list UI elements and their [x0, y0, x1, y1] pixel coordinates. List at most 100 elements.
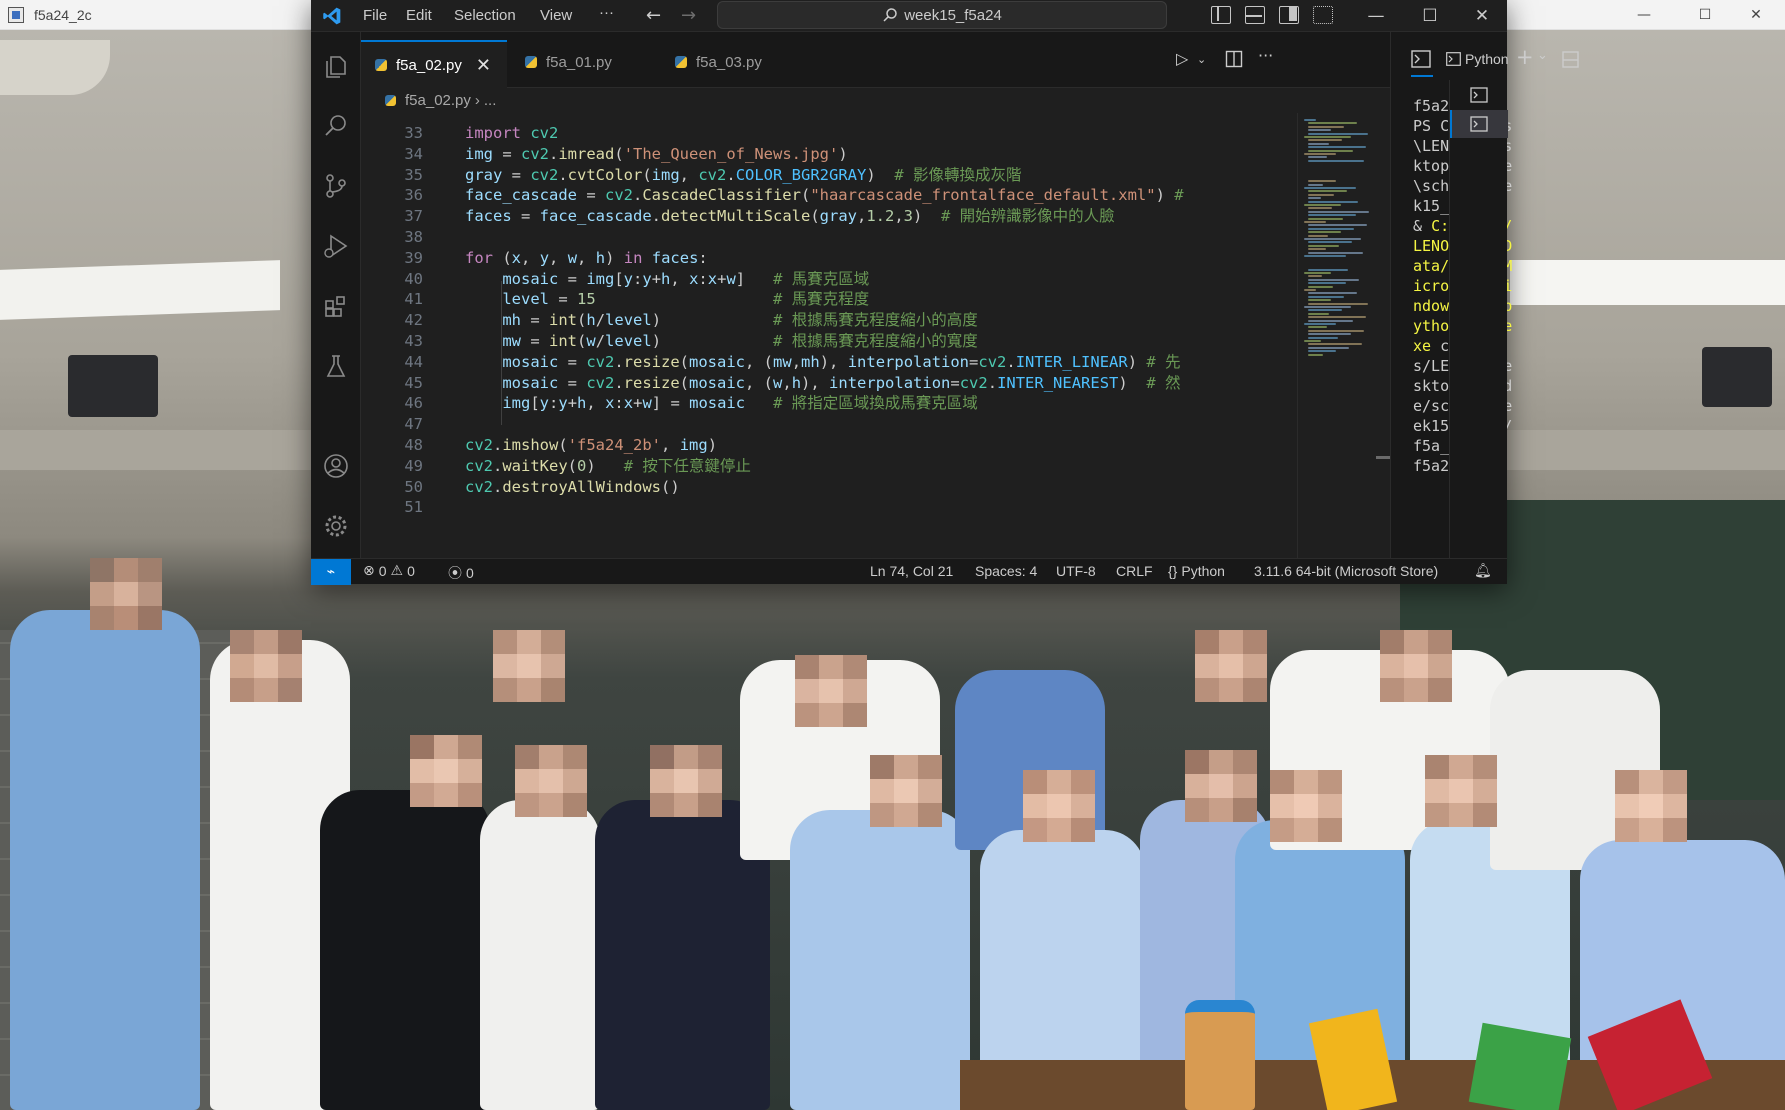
split-editor-icon[interactable] — [1225, 50, 1243, 68]
minimap-line — [1308, 292, 1357, 295]
vscode-close-button[interactable]: ✕ — [1455, 0, 1509, 32]
minimap-line — [1308, 316, 1366, 319]
tab-label: f5a_01.py — [546, 53, 612, 71]
tab-f5a-02[interactable]: f5a_02.py ✕ — [361, 40, 507, 88]
photo-close-button[interactable]: ✕ — [1727, 0, 1785, 30]
breadcrumb: f5a_02.py › ... — [385, 88, 496, 112]
menu-more[interactable]: ··· — [599, 4, 614, 21]
new-terminal-plus-icon[interactable]: + — [1516, 45, 1534, 69]
ports-indicator[interactable]: ⦿ 0 — [448, 563, 474, 583]
forward-arrow-icon[interactable]: → — [681, 5, 696, 26]
menu-view[interactable]: View — [540, 7, 572, 24]
terminal-dropdown-chevron-icon[interactable]: ⌄ — [1537, 48, 1548, 63]
indentation[interactable]: Spaces: 4 — [975, 563, 1037, 579]
back-arrow-icon[interactable]: ← — [646, 5, 661, 26]
minimap-line — [1308, 146, 1366, 149]
terminal-profile-icon — [1446, 52, 1461, 66]
toggle-secondary-sidebar-icon[interactable] — [1279, 6, 1299, 24]
run-options-chevron-icon[interactable]: ⌄ — [1197, 53, 1206, 66]
minimap[interactable] — [1297, 113, 1377, 558]
minimap-line — [1308, 285, 1333, 288]
explorer-icon[interactable] — [322, 52, 350, 80]
terminal-instance-active[interactable] — [1450, 110, 1508, 138]
minimap-line — [1308, 200, 1358, 203]
pixelated-face — [650, 745, 722, 817]
testing-flask-icon[interactable] — [322, 352, 350, 380]
minimap-line — [1308, 244, 1339, 247]
vscode-minimize-button[interactable]: — — [1349, 0, 1403, 32]
menu-file[interactable]: File — [363, 7, 387, 24]
ports-count: 0 — [466, 565, 474, 581]
vscode-maximize-button[interactable]: ☐ — [1403, 0, 1457, 32]
tab-f5a-01[interactable]: f5a_01.py — [511, 42, 661, 82]
tab-f5a-03[interactable]: f5a_03.py — [661, 42, 811, 82]
language-mode[interactable]: {} Python — [1168, 563, 1225, 579]
pixelated-face — [90, 558, 162, 630]
pixelated-face — [1270, 770, 1342, 842]
extensions-icon[interactable] — [322, 292, 350, 320]
braces-icon: {} — [1168, 563, 1178, 579]
breadcrumb-rest[interactable]: ... — [484, 92, 497, 109]
student — [320, 790, 490, 1110]
search-icon[interactable] — [322, 112, 350, 140]
source-control-icon[interactable] — [322, 172, 350, 200]
maximize-panel-icon[interactable] — [1562, 51, 1579, 68]
minimap-line — [1304, 119, 1316, 121]
menu-selection[interactable]: Selection — [454, 7, 516, 24]
editor-tabs: f5a_02.py ✕ f5a_01.py f5a_03.py ▷ ⌄ ··· — [361, 32, 1390, 88]
menu-edit[interactable]: Edit — [406, 7, 432, 24]
snack-jar — [1185, 1000, 1255, 1110]
run-python-file-icon[interactable]: ▷ — [1176, 49, 1188, 68]
terminal-instance-icon[interactable] — [1470, 87, 1488, 103]
chips-bag — [1468, 1022, 1572, 1110]
pixelated-face — [1380, 630, 1452, 702]
minimap-line — [1308, 350, 1336, 353]
cursor-position[interactable]: Ln 74, Col 21 — [870, 563, 953, 579]
minimap-line — [1308, 319, 1353, 322]
close-tab-icon[interactable]: ✕ — [476, 55, 491, 76]
minimap-line — [1304, 255, 1346, 257]
code-line[interactable]: 51 — [361, 495, 1261, 519]
line-ending[interactable]: CRLF — [1116, 563, 1153, 579]
toggle-primary-sidebar-icon[interactable] — [1211, 6, 1231, 24]
terminal-profile-label[interactable]: Python — [1465, 51, 1509, 67]
photo-maximize-button[interactable]: ☐ — [1676, 0, 1734, 30]
code-editor[interactable]: 33 import cv2 34 img = cv2.imread('The_Quee… — [361, 113, 1261, 558]
terminal-icon[interactable] — [1411, 50, 1431, 68]
minimap-line — [1308, 129, 1331, 132]
gear-icon[interactable] — [322, 512, 350, 540]
minimap-line — [1308, 343, 1362, 346]
minimap-line — [1308, 282, 1346, 285]
minimap-line — [1308, 210, 1369, 213]
photo-minimize-button[interactable]: — — [1615, 0, 1673, 30]
minimap-line — [1308, 190, 1347, 193]
minimap-line — [1308, 183, 1323, 186]
customize-layout-icon[interactable] — [1313, 6, 1333, 24]
minimap-line — [1308, 132, 1368, 135]
toggle-panel-icon[interactable] — [1245, 6, 1265, 24]
accounts-icon[interactable] — [322, 452, 350, 480]
breadcrumb-file[interactable]: f5a_02.py — [405, 92, 471, 109]
minimap-line — [1308, 241, 1352, 244]
minimap-line — [1308, 268, 1348, 271]
minimap-line — [1304, 153, 1336, 155]
scrollbar-thumb[interactable] — [1376, 456, 1390, 459]
minimap-line — [1308, 207, 1332, 210]
python-file-icon — [675, 56, 687, 68]
pixelated-face — [515, 745, 587, 817]
python-interpreter[interactable]: 3.11.6 64-bit (Microsoft Store) — [1254, 563, 1438, 579]
command-center-search[interactable]: week15_f5a24 — [717, 1, 1167, 29]
more-actions-icon[interactable]: ··· — [1258, 46, 1273, 65]
minimap-line — [1304, 306, 1351, 308]
pixelated-face — [795, 655, 867, 727]
notifications-bell-icon[interactable]: 🔔︎ — [1474, 563, 1492, 579]
encoding[interactable]: UTF-8 — [1056, 563, 1096, 579]
problems-indicator[interactable]: ⊗ 0 ⚠ 0 — [363, 563, 415, 579]
minimap-line — [1308, 142, 1329, 145]
remote-indicator-icon[interactable]: ⌁ — [311, 559, 351, 585]
minimap-line — [1304, 323, 1336, 325]
vscode-titlebar[interactable]: File Edit Selection View ··· ← → week15_… — [311, 0, 1507, 32]
image-window-icon — [8, 6, 24, 23]
tab-label: f5a_02.py — [396, 56, 462, 74]
run-and-debug-icon[interactable] — [322, 232, 350, 260]
